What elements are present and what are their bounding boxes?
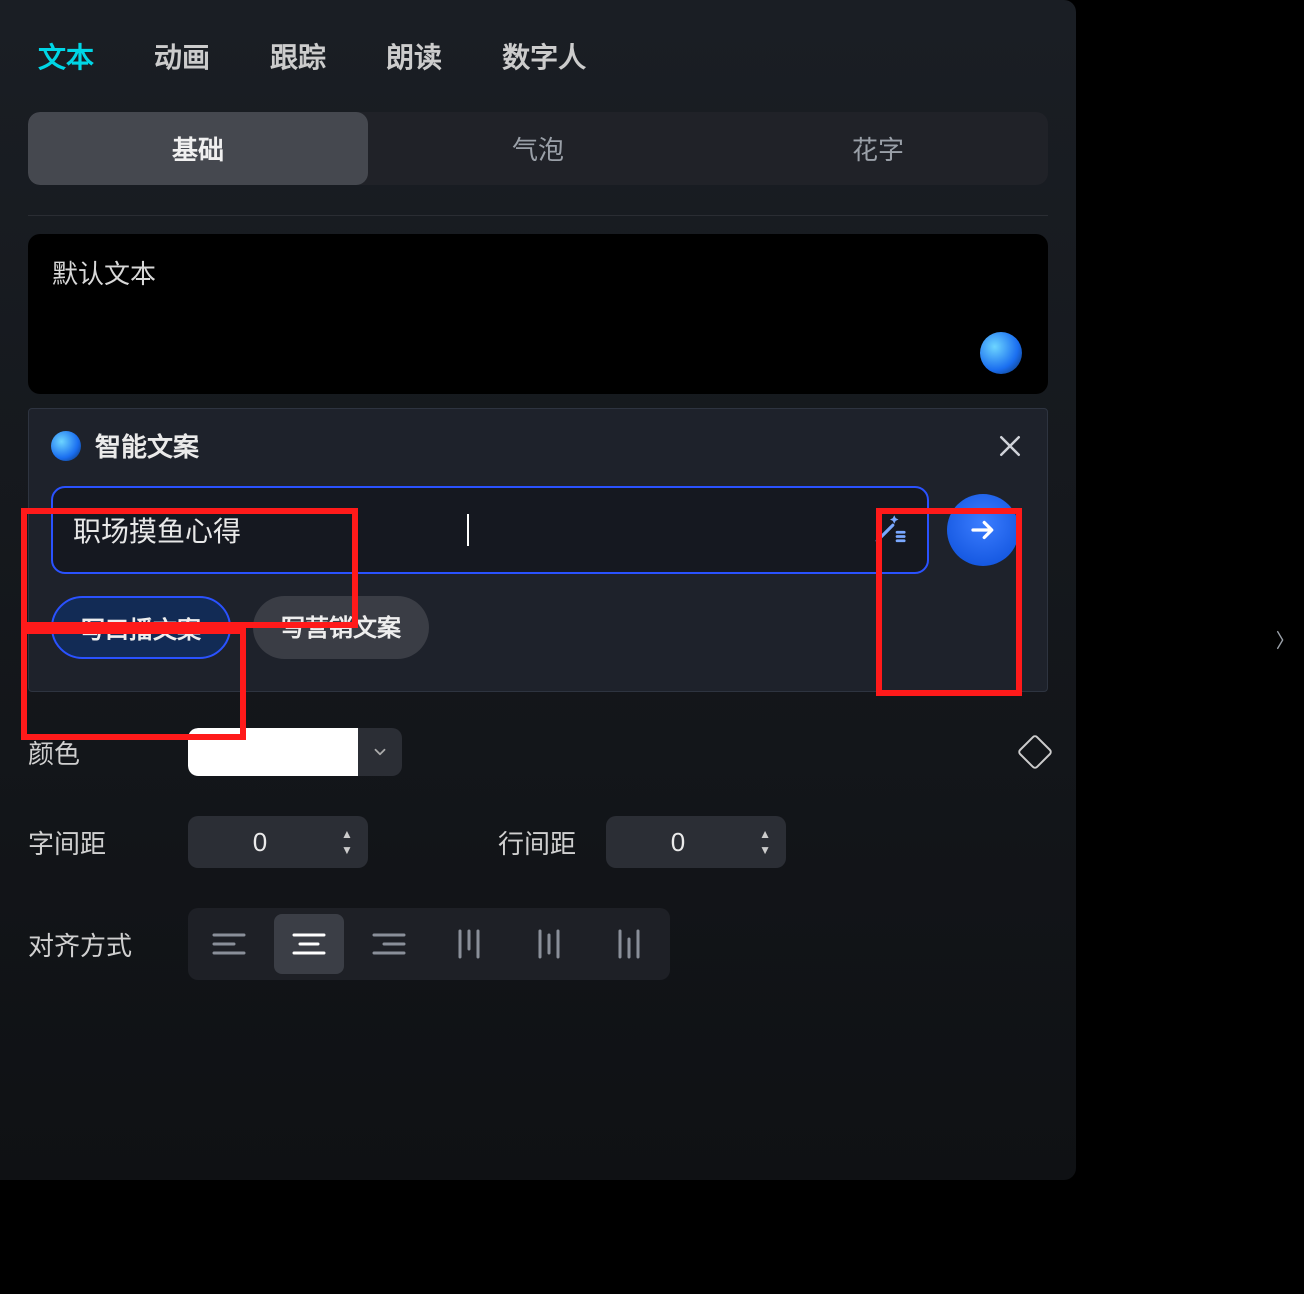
- subtab-basic[interactable]: 基础: [28, 112, 368, 185]
- ai-prompt-input[interactable]: 职场摸鱼心得: [51, 486, 929, 574]
- chip-marketing[interactable]: 写营销文案: [253, 596, 429, 659]
- align-vertical-top-icon[interactable]: [434, 914, 504, 974]
- letter-spacing-input[interactable]: 0 ▲ ▼: [188, 816, 368, 868]
- subtab-fancy[interactable]: 花字: [708, 112, 1048, 185]
- line-spacing-up[interactable]: ▲: [750, 827, 780, 841]
- panel-resize-handle[interactable]: [1276, 580, 1286, 700]
- line-spacing-label: 行间距: [498, 824, 576, 861]
- color-label: 颜色: [28, 734, 158, 771]
- ai-orb-small-icon: [51, 431, 81, 461]
- letter-spacing-down[interactable]: ▼: [332, 843, 362, 857]
- popup-header: 智能文案: [51, 427, 1025, 464]
- ai-orb-icon[interactable]: [980, 332, 1022, 374]
- letter-spacing-up[interactable]: ▲: [332, 827, 362, 841]
- keyframe-diamond-icon[interactable]: [1017, 734, 1054, 771]
- color-picker[interactable]: [188, 728, 402, 776]
- text-content-value: 默认文本: [52, 259, 156, 289]
- tab-animation[interactable]: 动画: [154, 36, 210, 76]
- tab-tracking[interactable]: 跟踪: [270, 36, 326, 76]
- popup-title: 智能文案: [95, 427, 199, 464]
- smart-copy-popup: 智能文案 职场摸鱼心得: [28, 408, 1048, 692]
- color-row: 颜色: [28, 728, 1048, 776]
- top-tabs: 文本 动画 跟踪 朗读 数字人: [28, 24, 1048, 106]
- align-row: 对齐方式: [28, 908, 1048, 980]
- letter-spacing-label: 字间距: [28, 824, 158, 861]
- align-right-icon[interactable]: [354, 914, 424, 974]
- align-vertical-middle-icon[interactable]: [514, 914, 584, 974]
- ai-input-row: 职场摸鱼心得: [51, 486, 1025, 574]
- color-swatch: [188, 728, 358, 776]
- spacing-row: 字间距 0 ▲ ▼ 行间距 0 ▲ ▼: [28, 816, 1048, 868]
- text-caret: [467, 514, 469, 546]
- line-spacing-value: 0: [606, 827, 750, 858]
- close-icon[interactable]: [995, 431, 1025, 461]
- ai-prompt-text: 职场摸鱼心得: [73, 510, 453, 550]
- prompt-chips: 写口播文案 写营销文案: [51, 596, 1025, 659]
- align-group: [188, 908, 670, 980]
- tab-avatar[interactable]: 数字人: [502, 36, 586, 76]
- tab-text[interactable]: 文本: [38, 36, 94, 76]
- letter-spacing-value: 0: [188, 827, 332, 858]
- magic-wand-icon[interactable]: [873, 511, 907, 550]
- tab-read[interactable]: 朗读: [386, 36, 442, 76]
- subtab-bubble[interactable]: 气泡: [368, 112, 708, 185]
- submit-button[interactable]: [947, 494, 1019, 566]
- sub-tabs: 基础 气泡 花字: [28, 112, 1048, 185]
- chip-voiceover[interactable]: 写口播文案: [51, 596, 231, 659]
- align-left-icon[interactable]: [194, 914, 264, 974]
- text-panel: 文本 动画 跟踪 朗读 数字人 基础 气泡 花字 默认文本 智能文案 职场摸鱼心…: [0, 0, 1076, 1180]
- line-spacing-input[interactable]: 0 ▲ ▼: [606, 816, 786, 868]
- align-center-icon[interactable]: [274, 914, 344, 974]
- text-content-input[interactable]: 默认文本: [28, 234, 1048, 394]
- divider: [28, 215, 1048, 216]
- align-label: 对齐方式: [28, 926, 158, 963]
- chevron-down-icon[interactable]: [358, 728, 402, 776]
- line-spacing-down[interactable]: ▼: [750, 843, 780, 857]
- align-vertical-bottom-icon[interactable]: [594, 914, 664, 974]
